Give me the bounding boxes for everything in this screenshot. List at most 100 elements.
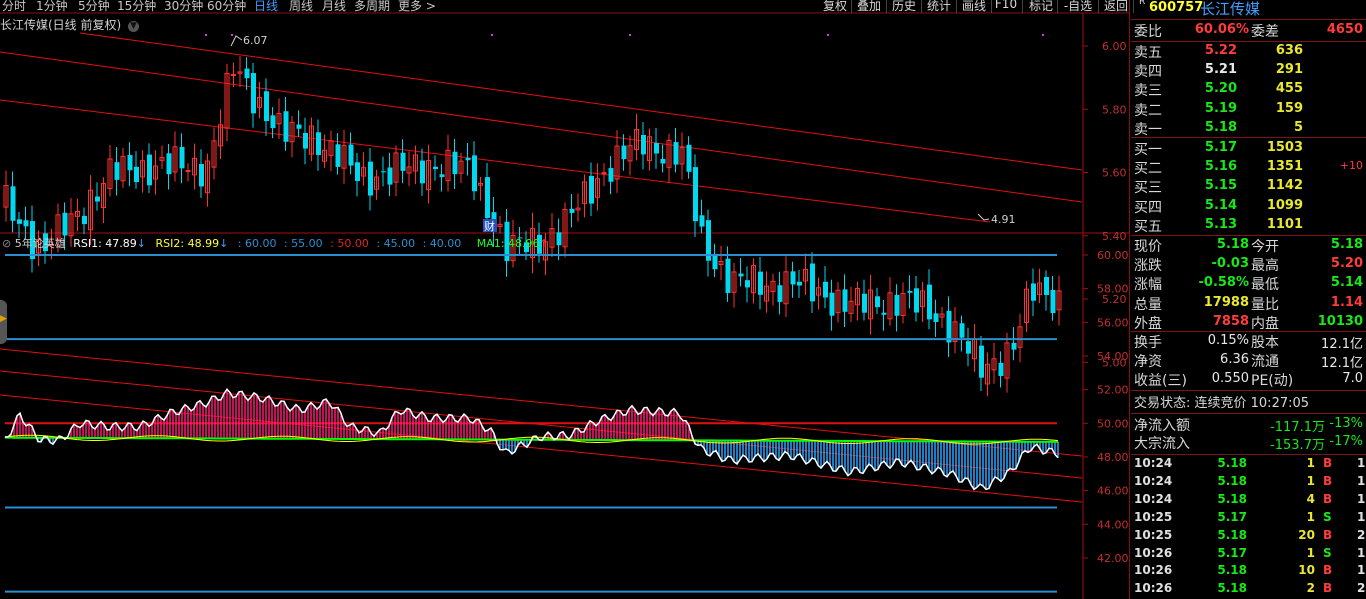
candle-body-down: [862, 293, 867, 313]
bid-price[interactable]: 5.17: [1189, 140, 1237, 155]
channel-mid-line: [0, 51, 1083, 203]
tick-time: 10:24: [1134, 491, 1173, 506]
price-axis-label: 5.60: [1102, 167, 1127, 180]
toolbar-separator: [886, 0, 887, 13]
candle-body-down: [745, 280, 750, 288]
bid-price[interactable]: 5.13: [1189, 217, 1237, 232]
tick-volume: 1: [1306, 473, 1315, 488]
bid-label: 买一: [1134, 142, 1162, 158]
period-tab-0[interactable]: 分时: [2, 0, 26, 14]
indicator-axis-label: 54.00: [1097, 350, 1129, 363]
tick-price: 5.17: [1217, 545, 1247, 560]
tick-price: 5.18: [1217, 491, 1247, 506]
indicator-settings-icon[interactable]: ⊘: [2, 237, 11, 250]
divider: [1131, 331, 1366, 332]
bid-volume: 1101: [1266, 216, 1303, 232]
period-tab-2[interactable]: 5分钟: [78, 0, 110, 14]
tick-price: 5.18: [1217, 473, 1247, 488]
chart-settings-icon[interactable]: ▼: [128, 21, 140, 32]
tick-row: 10:26 5.18 10 B 1: [1131, 563, 1366, 579]
period-tab-1[interactable]: 1分钟: [36, 0, 68, 14]
tick-side: B: [1323, 473, 1333, 488]
period-tab-10[interactable]: 更多 >: [398, 0, 436, 14]
ask-price[interactable]: 5.18: [1189, 120, 1237, 135]
stat-value: 5.18: [1330, 237, 1363, 252]
tick-volume: 4: [1306, 491, 1315, 506]
indicator-axis-label: 58.00: [1097, 283, 1129, 296]
candle-body-down: [472, 155, 477, 192]
netflow-label: 净流入额: [1134, 418, 1190, 434]
stat-label: 换手: [1134, 335, 1162, 351]
event-dot: [1042, 34, 1044, 36]
event-dot: [629, 34, 631, 36]
level-60: : 60.00: [237, 237, 277, 250]
toolbar-button-2[interactable]: 历史: [889, 0, 919, 13]
period-tab-6[interactable]: 日线: [254, 0, 278, 14]
candle-body-down: [368, 161, 373, 196]
candle-body-down: [712, 254, 718, 270]
stat-label: 今开: [1251, 239, 1279, 255]
quote-panel: R 600757 长江传媒 委比 60.06% 委差 4650 卖五 5.22 636 卖四 5.21…: [1131, 0, 1366, 599]
period-tab-5[interactable]: 60分钟: [207, 0, 246, 14]
candle-body-down: [927, 284, 932, 320]
candle-body-down: [777, 285, 783, 302]
tick-side: S: [1323, 545, 1332, 560]
tick-volume: 1: [1306, 545, 1315, 560]
candle-body-down: [23, 220, 29, 227]
period-tab-3[interactable]: 15分钟: [117, 0, 156, 14]
tick-time: 10:26: [1134, 563, 1173, 578]
chart-canvas[interactable]: 6.005.805.605.405.205.0060.0058.0056.005…: [0, 0, 1130, 599]
toolbar-button-5[interactable]: F10: [992, 0, 1020, 13]
ask-label: 卖二: [1134, 102, 1162, 119]
bid-price[interactable]: 5.15: [1189, 178, 1237, 193]
toolbar-button-7[interactable]: -自选: [1060, 0, 1096, 13]
period-tab-8[interactable]: 月线: [322, 0, 346, 14]
ma1-value: MA1: 48.96: [476, 237, 540, 250]
stat-value: 1.14: [1330, 294, 1363, 310]
stat-value: -0.03: [1211, 256, 1249, 272]
bid-price[interactable]: 5.16: [1189, 159, 1237, 174]
period-tab-9[interactable]: 多周期: [354, 0, 390, 14]
stat-label: 涨幅: [1134, 277, 1162, 294]
blockflow-pct: -17%: [1329, 434, 1363, 449]
tick-time: 10:26: [1134, 545, 1173, 560]
toolbar-button-0[interactable]: 复权: [821, 0, 849, 13]
candle-body-up: [185, 170, 191, 173]
tick-side: B: [1323, 456, 1333, 470]
bid-label: 买三: [1134, 180, 1162, 197]
period-tab-4[interactable]: 30分钟: [164, 0, 203, 14]
bid-label: 买五: [1134, 218, 1162, 235]
chart-title: 长江传媒(日线 前复权): [0, 18, 122, 32]
candle-body-down: [335, 144, 341, 167]
stat-label: 量比: [1251, 296, 1279, 313]
candle-body-down: [738, 273, 744, 277]
left-panel-toggle[interactable]: ▶: [0, 300, 7, 344]
ask-price[interactable]: 5.21: [1189, 62, 1237, 77]
blockflow-value: -153.7万: [1270, 438, 1325, 453]
toolbar-button-8[interactable]: 返回: [1101, 0, 1131, 13]
ask-price[interactable]: 5.22: [1189, 43, 1237, 58]
ask-volume: 636: [1275, 43, 1303, 58]
ask-price[interactable]: 5.20: [1189, 81, 1237, 96]
toolbar-button-1[interactable]: 叠加: [854, 0, 884, 13]
candle-body-down: [296, 124, 302, 129]
bid-price[interactable]: 5.14: [1189, 198, 1237, 213]
tick-count: 1: [1357, 491, 1366, 506]
candle-body-down: [758, 271, 763, 295]
r-badge: R: [1139, 0, 1146, 7]
toolbar-button-6[interactable]: 标记: [1027, 0, 1055, 13]
indicator-title-row: ⊘ 5年论英雄 RSI1: 47.89↓ RSI2: 48.99↓ : 60.0…: [2, 235, 549, 250]
ask-price[interactable]: 5.19: [1189, 101, 1237, 116]
expand-arrow-icon: ▶: [0, 314, 7, 324]
candle-body-down: [556, 232, 562, 246]
toolbar-button-4[interactable]: 画线: [959, 0, 989, 13]
blockflow-label: 大宗流入: [1134, 436, 1190, 452]
event-dot: [231, 34, 233, 36]
candle-body-down: [134, 166, 139, 183]
finance-marker[interactable]: 财: [484, 219, 495, 233]
candle-body-down: [127, 155, 133, 171]
stat-label: 收益(三): [1134, 373, 1187, 390]
period-tab-7[interactable]: 周线: [289, 0, 313, 14]
toolbar-button-3[interactable]: 统计: [924, 0, 954, 13]
candle-body-down: [420, 160, 425, 184]
